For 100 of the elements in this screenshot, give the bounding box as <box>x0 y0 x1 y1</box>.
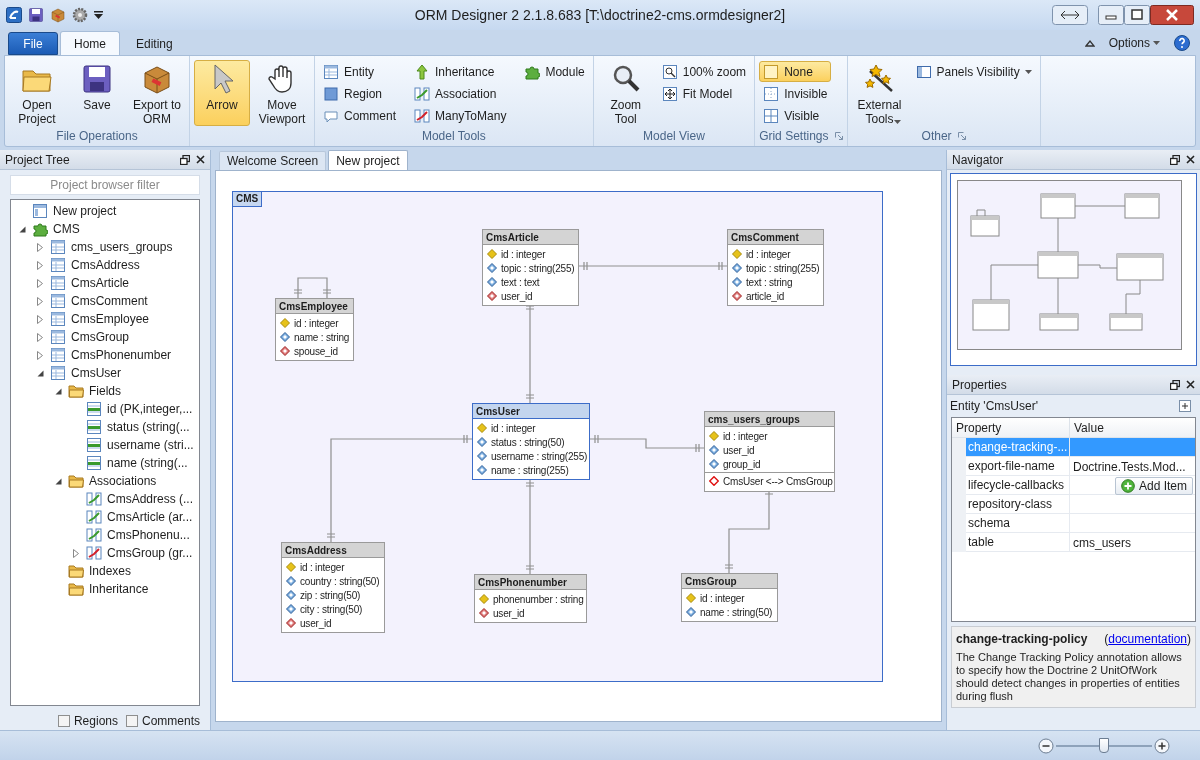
expand-icon[interactable] <box>1179 400 1191 412</box>
collapse-ribbon-icon[interactable] <box>1084 38 1095 47</box>
ribbon-button[interactable]: Move Viewport <box>254 60 310 126</box>
ribbon-tab[interactable]: Editing <box>122 32 187 55</box>
document-tab[interactable]: Welcome Screen <box>219 151 327 170</box>
tree-item[interactable]: CmsArticle <box>71 274 129 292</box>
ribbon-button[interactable]: Association <box>410 83 511 104</box>
property-row[interactable]: lifecycle-callbacks Add Item <box>952 476 1195 495</box>
documentation-link[interactable]: documentation <box>1108 630 1187 648</box>
entity-card[interactable]: cms_users_groups id : integer user_id group_id CmsUser <--> CmsGroup <box>704 411 835 492</box>
collapse-arrow-icon[interactable] <box>54 477 62 485</box>
gear-icon[interactable] <box>72 7 88 23</box>
ribbon-tab[interactable]: File <box>8 32 58 55</box>
document-tab[interactable]: New project <box>328 150 408 170</box>
ribbon-button[interactable]: 100% zoom <box>657 61 751 82</box>
tree-item[interactable]: CmsAddress <box>71 256 140 274</box>
expand-arrow-icon[interactable] <box>37 260 43 270</box>
ribbon-button[interactable]: Open Project <box>9 60 65 126</box>
add-item-button[interactable]: Add Item <box>1114 476 1193 495</box>
expand-arrow-icon[interactable] <box>37 278 43 288</box>
collapse-arrow-icon[interactable] <box>54 387 62 395</box>
entity-card[interactable]: CmsPhonenumber phonenumber : string user_id <box>474 574 587 623</box>
property-row[interactable]: schema <box>952 514 1195 533</box>
tree-item[interactable]: username (stri... <box>107 436 194 454</box>
float-window-icon[interactable] <box>1170 379 1180 390</box>
entity-card[interactable]: CmsArticle id : integer topic : string(255) text : text user_id <box>482 229 579 306</box>
tree-item[interactable]: CmsComment <box>71 292 148 310</box>
tree-item[interactable]: CMS <box>53 220 80 238</box>
dropdown-arrow-icon[interactable] <box>94 11 103 19</box>
tree-item[interactable]: Inheritance <box>89 580 149 598</box>
ribbon-button[interactable]: Invisible <box>759 83 832 104</box>
app-logo-icon[interactable] <box>6 7 22 23</box>
tree-item[interactable]: CmsAddress (... <box>107 490 193 508</box>
entity-card[interactable]: CmsComment id : integer topic : string(255) text : string article_id <box>727 229 824 306</box>
ribbon-button[interactable]: Region <box>319 83 400 104</box>
property-row[interactable]: repository-class <box>952 495 1195 514</box>
tree-item[interactable]: CmsPhonenu... <box>107 526 190 544</box>
ribbon-button[interactable]: Save <box>69 60 125 126</box>
resize-arrows-icon[interactable] <box>1052 5 1088 25</box>
tree-item[interactable]: New project <box>53 202 117 220</box>
checkbox[interactable] <box>126 715 138 727</box>
options-menu[interactable]: Options <box>1108 33 1160 52</box>
expand-arrow-icon[interactable] <box>37 314 43 324</box>
entity-card[interactable]: CmsUser id : integer status : string(50) username : string(255) name : string(255) <box>472 403 590 480</box>
slider-thumb[interactable] <box>1099 737 1109 753</box>
tree-item[interactable]: CmsGroup (gr... <box>107 544 193 562</box>
minimize-icon[interactable] <box>1098 5 1124 25</box>
maximize-icon[interactable] <box>1124 5 1150 25</box>
tree-item[interactable]: name (string(... <box>107 454 188 472</box>
ribbon-button[interactable]: Inheritance <box>410 61 511 82</box>
collapse-arrow-icon[interactable] <box>36 369 44 377</box>
filter-field[interactable]: Project browser filter <box>10 175 200 195</box>
ribbon-tab[interactable]: Home <box>60 31 120 55</box>
ribbon-button[interactable]: Fit Model <box>657 83 751 104</box>
tree-item[interactable]: id (PK,integer,... <box>107 400 193 418</box>
ribbon-button[interactable]: ManyToMany <box>410 105 511 126</box>
close-icon[interactable] <box>1186 380 1195 389</box>
property-row[interactable]: export-file-name Doctrine.Tests.Mod... <box>952 457 1195 476</box>
help-icon[interactable] <box>1174 34 1190 51</box>
zoom-slider[interactable] <box>1056 737 1152 754</box>
ribbon-button[interactable]: Panels Visibility <box>911 61 1036 82</box>
entity-card[interactable]: CmsAddress id : integer country : string(50) zip : string(50) city : string(50) user_id <box>281 542 385 633</box>
ribbon-button[interactable]: None <box>759 61 832 82</box>
save-icon[interactable] <box>28 7 44 23</box>
checkbox[interactable] <box>57 715 70 727</box>
zoom-out-icon[interactable] <box>1038 737 1054 754</box>
collapse-arrow-icon[interactable] <box>18 225 26 233</box>
ribbon-button[interactable]: Module <box>520 61 589 82</box>
expand-arrow-icon[interactable] <box>37 296 43 306</box>
expand-arrow-icon[interactable] <box>37 350 43 360</box>
tree-item[interactable]: CmsUser <box>71 364 121 382</box>
ribbon-button[interactable]: Comment <box>319 105 400 126</box>
property-row[interactable]: table cms_users <box>952 533 1195 552</box>
tree-item[interactable]: CmsPhonenumber <box>71 346 172 364</box>
column-header[interactable]: Value <box>1070 418 1195 438</box>
float-window-icon[interactable] <box>1170 154 1180 165</box>
package-icon[interactable] <box>50 7 66 23</box>
ribbon-button[interactable]: Entity <box>319 61 400 82</box>
entity-card[interactable]: CmsGroup id : integer name : string(50) <box>681 573 778 622</box>
ribbon-button[interactable]: Visible <box>759 105 832 126</box>
entity-card[interactable]: CmsEmployee id : integer name : string spouse_id <box>275 298 354 361</box>
tree-item[interactable]: status (string(... <box>107 418 190 436</box>
close-icon[interactable] <box>1150 5 1194 25</box>
tree-item[interactable]: cms_users_groups <box>71 238 173 256</box>
close-icon[interactable] <box>196 155 205 164</box>
tree-item[interactable]: CmsGroup <box>71 328 129 346</box>
launcher-icon[interactable] <box>834 132 843 140</box>
tree-item[interactable]: Indexes <box>89 562 132 580</box>
ribbon-button[interactable]: Zoom Tool <box>597 60 654 126</box>
ribbon-button[interactable]: Export to ORM <box>129 60 185 126</box>
tree-item[interactable]: CmsEmployee <box>71 310 150 328</box>
expand-arrow-icon[interactable] <box>37 332 43 342</box>
zoom-in-icon[interactable] <box>1154 737 1170 754</box>
expand-arrow-icon[interactable] <box>37 242 43 252</box>
launcher-icon[interactable] <box>957 132 966 140</box>
expand-arrow-icon[interactable] <box>73 548 79 558</box>
tree-item[interactable]: CmsArticle (ar... <box>107 508 193 526</box>
float-window-icon[interactable] <box>180 154 190 165</box>
tree-item[interactable]: Associations <box>89 472 157 490</box>
tree-item[interactable]: Fields <box>89 382 121 400</box>
